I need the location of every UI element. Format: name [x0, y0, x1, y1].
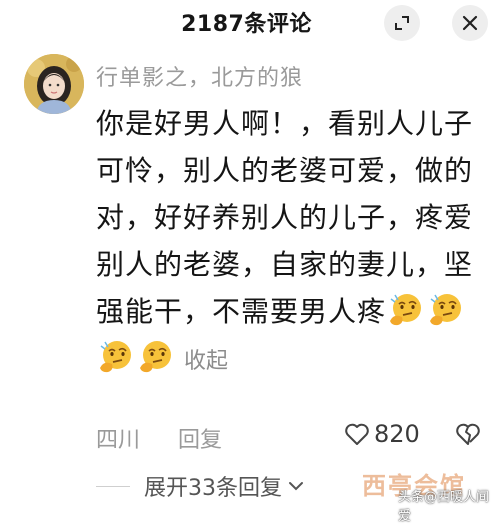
watermark-text: 头条@西暖人间爱 — [398, 490, 490, 524]
thinking-face-emoji-icon — [140, 341, 171, 373]
chevron-down-icon — [289, 482, 303, 491]
comment-location: 四川 — [96, 428, 141, 453]
avatar-image — [24, 54, 84, 114]
avatar[interactable] — [24, 54, 84, 114]
divider — [96, 485, 130, 487]
comments-header: 2187条评论 — [0, 0, 493, 44]
thinking-face-emoji-icon — [390, 294, 422, 326]
thinking-face-emoji-icon — [430, 294, 462, 326]
close-button[interactable] — [452, 5, 488, 41]
expand-replies-label: 展开33条回复 — [144, 476, 282, 501]
reply-button[interactable]: 回复 — [178, 422, 222, 454]
expand-button[interactable] — [384, 5, 420, 41]
like-count: 820 — [374, 420, 420, 448]
expand-replies[interactable]: 展开33条回复 — [96, 470, 304, 502]
close-icon — [462, 15, 478, 31]
comment-username[interactable]: 行单影之，北方的狼 — [96, 60, 303, 92]
comment-text-block: 你是好男人啊！，看别人儿子可怜，别人的老婆可爱，做的对，好好养别人的儿子，疼爱别… — [96, 100, 480, 385]
expand-icon — [395, 16, 409, 30]
like-button[interactable]: 820 — [344, 420, 420, 448]
heart-icon — [345, 423, 369, 445]
thinking-face-emoji-icon — [100, 341, 131, 373]
dislike-button[interactable] — [455, 422, 481, 450]
collapse-link[interactable]: 收起 — [184, 349, 228, 374]
broken-heart-icon — [456, 423, 480, 445]
